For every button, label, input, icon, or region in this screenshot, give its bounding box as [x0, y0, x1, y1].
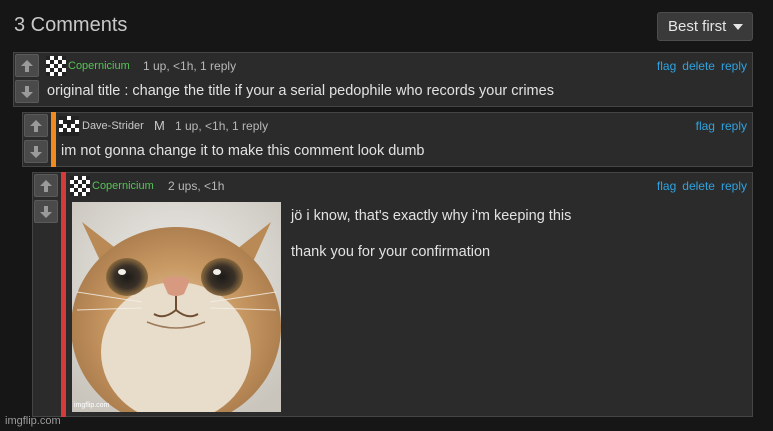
comment-author[interactable]: Copernicium: [92, 180, 154, 192]
caret-down-icon: [733, 23, 744, 30]
reply-link[interactable]: reply: [721, 179, 747, 193]
upvote-button[interactable]: [24, 114, 48, 137]
comment-text: original title : change the title if you…: [47, 83, 554, 99]
flag-link[interactable]: flag: [657, 179, 676, 193]
arrow-down-icon: [30, 145, 42, 158]
arrow-down-icon: [21, 85, 33, 98]
comment-attached-image[interactable]: [72, 202, 281, 412]
comments-header-title: 3 Comments: [14, 14, 128, 36]
upvote-button[interactable]: [15, 54, 39, 77]
reply-link[interactable]: reply: [721, 59, 747, 73]
image-watermark: imgflip.com: [74, 402, 110, 409]
arrow-down-icon: [40, 205, 52, 218]
comment-meta: 1 up, <1h, 1 reply: [175, 119, 269, 133]
comment-actions: flag delete reply: [657, 179, 747, 193]
comment-text-line-1: jö i know, that's exactly why i'm keepin…: [291, 208, 572, 224]
imgflip-watermark: imgflip.com: [5, 415, 61, 427]
comment-meta: 1 up, <1h, 1 reply: [143, 59, 237, 73]
mod-badge: M: [154, 118, 165, 133]
comment-actions: flag reply: [696, 119, 747, 133]
sort-dropdown[interactable]: Best first: [657, 12, 753, 41]
downvote-button[interactable]: [15, 80, 39, 103]
comment-author[interactable]: Dave-Strider: [82, 120, 144, 132]
reply-accent-bar: [61, 172, 66, 417]
arrow-up-icon: [21, 59, 33, 72]
reply-link[interactable]: reply: [721, 119, 747, 133]
flag-link[interactable]: flag: [696, 119, 715, 133]
avatar[interactable]: [59, 116, 79, 136]
reply-accent-bar: [51, 112, 56, 167]
comment-text-line-2: thank you for your confirmation: [291, 244, 491, 260]
comment-2: Dave-Strider M 1 up, <1h, 1 reply flag r…: [22, 112, 753, 167]
arrow-up-icon: [30, 119, 42, 132]
comment-text: im not gonna change it to make this comm…: [61, 143, 425, 159]
flag-link[interactable]: flag: [657, 59, 676, 73]
downvote-button[interactable]: [34, 200, 58, 223]
delete-link[interactable]: delete: [682, 59, 715, 73]
comment-1: Copernicium 1 up, <1h, 1 reply flag dele…: [13, 52, 753, 107]
comment-author[interactable]: Copernicium: [68, 60, 130, 72]
arrow-up-icon: [40, 179, 52, 192]
comment-meta: 2 ups, <1h: [168, 179, 225, 193]
upvote-button[interactable]: [34, 174, 58, 197]
avatar[interactable]: [70, 176, 90, 196]
sort-label: Best first: [668, 18, 727, 35]
delete-link[interactable]: delete: [682, 179, 715, 193]
downvote-button[interactable]: [24, 140, 48, 163]
comment-actions: flag delete reply: [657, 59, 747, 73]
avatar[interactable]: [46, 56, 66, 76]
